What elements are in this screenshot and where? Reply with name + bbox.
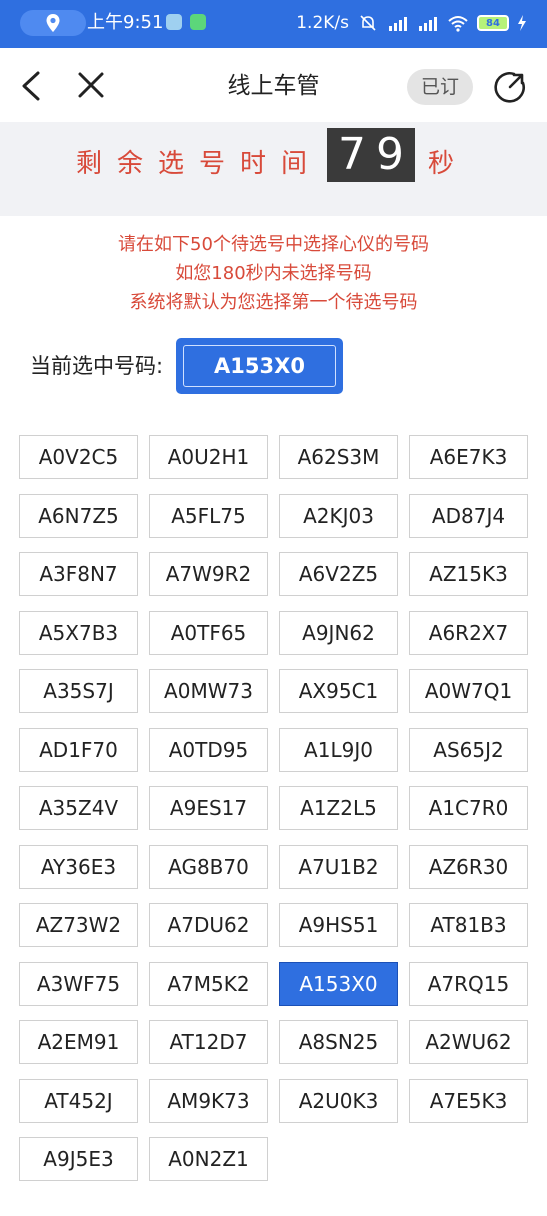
status-time: 上午9:51 bbox=[87, 12, 164, 33]
location-pill[interactable] bbox=[20, 10, 86, 36]
plate-option[interactable]: A2U0K3 bbox=[279, 1078, 398, 1123]
subscribed-badge[interactable]: 已订 bbox=[407, 69, 473, 105]
plate-option[interactable]: A7M5K2 bbox=[149, 961, 268, 1006]
status-bar: 上午9:51 1.2K/s 84 bbox=[0, 0, 547, 48]
plate-option[interactable]: A0V2C5 bbox=[19, 435, 138, 479]
plate-option-selected[interactable]: A153X0 bbox=[279, 961, 398, 1006]
plate-option[interactable]: AT452J bbox=[19, 1078, 138, 1123]
plate-option[interactable]: A62S3M bbox=[279, 435, 398, 479]
signal-icon bbox=[389, 17, 407, 31]
share-icon[interactable] bbox=[493, 70, 527, 104]
plate-option[interactable]: A6V2Z5 bbox=[279, 552, 398, 596]
plate-option[interactable]: AT81B3 bbox=[409, 903, 528, 947]
plate-option[interactable]: A5FL75 bbox=[149, 493, 268, 538]
plate-option[interactable]: A2EM91 bbox=[19, 1020, 138, 1064]
plate-option[interactable]: A1C7R0 bbox=[409, 786, 528, 830]
mute-bell-icon bbox=[360, 15, 376, 31]
countdown-banner: 剩余选号时间 79 秒 bbox=[0, 122, 547, 216]
plate-option[interactable]: A0TD95 bbox=[149, 727, 268, 772]
plate-option[interactable]: AG8B70 bbox=[149, 844, 268, 889]
plate-option[interactable]: A6N7Z5 bbox=[19, 493, 138, 538]
plate-option[interactable]: A7DU62 bbox=[149, 903, 268, 947]
plate-option[interactable]: AD1F70 bbox=[19, 727, 138, 772]
notice-line: 系统将默认为您选择第一个待选号码 bbox=[129, 292, 418, 313]
plate-option[interactable]: AZ15K3 bbox=[409, 552, 528, 596]
plate-option[interactable]: A5X7B3 bbox=[19, 610, 138, 655]
plate-grid: A0V2C5 A0U2H1 A62S3M A6E7K3 A6N7Z5 A5FL75 A2KJ… bbox=[19, 435, 528, 1181]
telegram-icon bbox=[166, 14, 182, 30]
plate-option[interactable]: A1L9J0 bbox=[279, 727, 398, 772]
plate-option[interactable]: AZ6R30 bbox=[409, 844, 528, 889]
plate-option[interactable]: AX95C1 bbox=[279, 669, 398, 713]
plate-option[interactable]: A7U1B2 bbox=[279, 844, 398, 889]
plate-option[interactable]: AM9K73 bbox=[149, 1078, 268, 1123]
plate-option[interactable]: A3F8N7 bbox=[19, 552, 138, 596]
plate-option[interactable]: A35S7J bbox=[19, 669, 138, 713]
plate-option[interactable]: A8SN25 bbox=[279, 1020, 398, 1064]
notice-line: 如您180秒内未选择号码 bbox=[175, 263, 372, 284]
notice-line: 请在如下50个待选号中选择心仪的号码 bbox=[118, 234, 429, 255]
countdown-label: 剩余选号时间 bbox=[76, 149, 323, 179]
plate-option[interactable]: A9HS51 bbox=[279, 903, 398, 947]
plate-option[interactable]: A0MW73 bbox=[149, 669, 268, 713]
plate-option[interactable]: AT12D7 bbox=[149, 1020, 268, 1064]
plate-option[interactable]: A0W7Q1 bbox=[409, 669, 528, 713]
current-plate-display: A153X0 bbox=[176, 338, 343, 394]
location-icon bbox=[46, 14, 60, 32]
plate-option[interactable]: A0TF65 bbox=[149, 610, 268, 655]
nav-bar: 线上车管 已订 bbox=[0, 48, 547, 122]
plate-option[interactable]: A6E7K3 bbox=[409, 435, 528, 479]
countdown-unit: 秒 bbox=[428, 149, 455, 179]
wechat-icon bbox=[190, 14, 206, 30]
battery-icon: 84 bbox=[477, 15, 509, 31]
plate-option[interactable]: A2WU62 bbox=[409, 1020, 528, 1064]
plate-option[interactable]: A7E5K3 bbox=[409, 1078, 528, 1123]
wifi-icon bbox=[448, 16, 468, 32]
selection-notice: 请在如下50个待选号中选择心仪的号码 如您180秒内未选择号码 系统将默认为您选… bbox=[0, 230, 547, 317]
plate-option[interactable]: AY36E3 bbox=[19, 844, 138, 889]
plate-option[interactable]: A0U2H1 bbox=[149, 435, 268, 479]
plate-option[interactable]: A35Z4V bbox=[19, 786, 138, 830]
plate-option[interactable]: AZ73W2 bbox=[19, 903, 138, 947]
countdown-seconds: 79 bbox=[327, 128, 415, 182]
current-plate-label: 当前选中号码: bbox=[30, 354, 164, 378]
plate-option[interactable]: A7RQ15 bbox=[409, 961, 528, 1006]
plate-option[interactable]: A9ES17 bbox=[149, 786, 268, 830]
plate-option[interactable]: A6R2X7 bbox=[409, 610, 528, 655]
plate-option[interactable]: AD87J4 bbox=[409, 493, 528, 538]
net-speed: 1.2K/s bbox=[296, 13, 349, 33]
signal-icon-2 bbox=[419, 17, 437, 31]
plate-option[interactable]: A9J5E3 bbox=[19, 1137, 138, 1181]
charging-icon bbox=[518, 15, 526, 31]
plate-option[interactable]: A3WF75 bbox=[19, 961, 138, 1006]
plate-option[interactable]: A2KJ03 bbox=[279, 493, 398, 538]
current-plate-value: A153X0 bbox=[183, 345, 336, 387]
plate-option[interactable]: A7W9R2 bbox=[149, 552, 268, 596]
plate-option[interactable]: A0N2Z1 bbox=[149, 1137, 268, 1181]
plate-option[interactable]: AS65J2 bbox=[409, 727, 528, 772]
plate-option[interactable]: A9JN62 bbox=[279, 610, 398, 655]
plate-option[interactable]: A1Z2L5 bbox=[279, 786, 398, 830]
